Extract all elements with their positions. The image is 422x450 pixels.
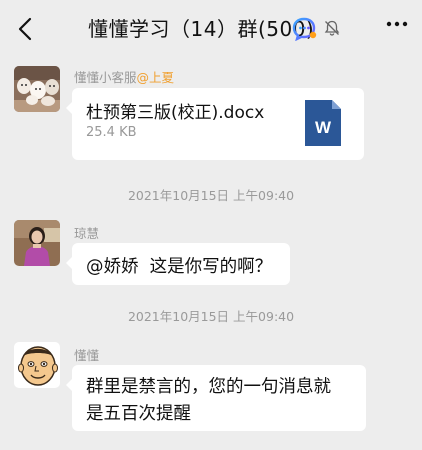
message-text-line-1: 群里是禁言的，您的一句消息就	[86, 377, 331, 397]
message-text: @娇娇 这是你写的啊？	[86, 257, 273, 277]
chevron-left-icon[interactable]	[14, 16, 38, 42]
plush-toys-avatar[interactable]	[14, 66, 60, 112]
message-text-line-2: 是五百次提醒	[86, 404, 191, 424]
file-name: 杜预第三版(校正).docx	[86, 103, 265, 123]
chat-title: 懂懂学习（14）群(500)	[88, 17, 315, 41]
text-message-bubble[interactable]: @娇娇 这是你写的啊？	[66, 243, 290, 285]
sender-name: 琼慧	[74, 226, 100, 241]
cartoon-face-avatar[interactable]	[14, 342, 60, 388]
sender-name-text: 懂懂小客服	[74, 70, 137, 85]
file-size: 25.4 KB	[86, 125, 137, 140]
top-bar: 懂懂学习（14）群(500)	[0, 0, 422, 56]
word-file-icon-label: W	[315, 118, 332, 137]
timestamp: 2021年10月15日 上午09:40	[127, 188, 295, 203]
word-file-icon: W	[305, 100, 341, 146]
text-message-bubble[interactable]: 群里是禁言的，您的一句消息就 是五百次提醒	[66, 365, 366, 431]
sender-name: 懂懂	[74, 348, 100, 363]
file-message-bubble[interactable]: 杜预第三版(校正).docx 25.4 KB W	[66, 88, 364, 160]
woman-portrait-avatar[interactable]	[14, 220, 60, 266]
mention-tag[interactable]: @上夏	[137, 70, 175, 85]
more-icon[interactable]	[386, 20, 408, 28]
timestamp: 2021年10月15日 上午09:40	[127, 309, 295, 324]
sender-name: 懂懂小客服@上夏	[74, 67, 174, 86]
bell-muted-icon[interactable]	[323, 19, 341, 37]
chat-bubble-icon[interactable]	[292, 17, 318, 41]
